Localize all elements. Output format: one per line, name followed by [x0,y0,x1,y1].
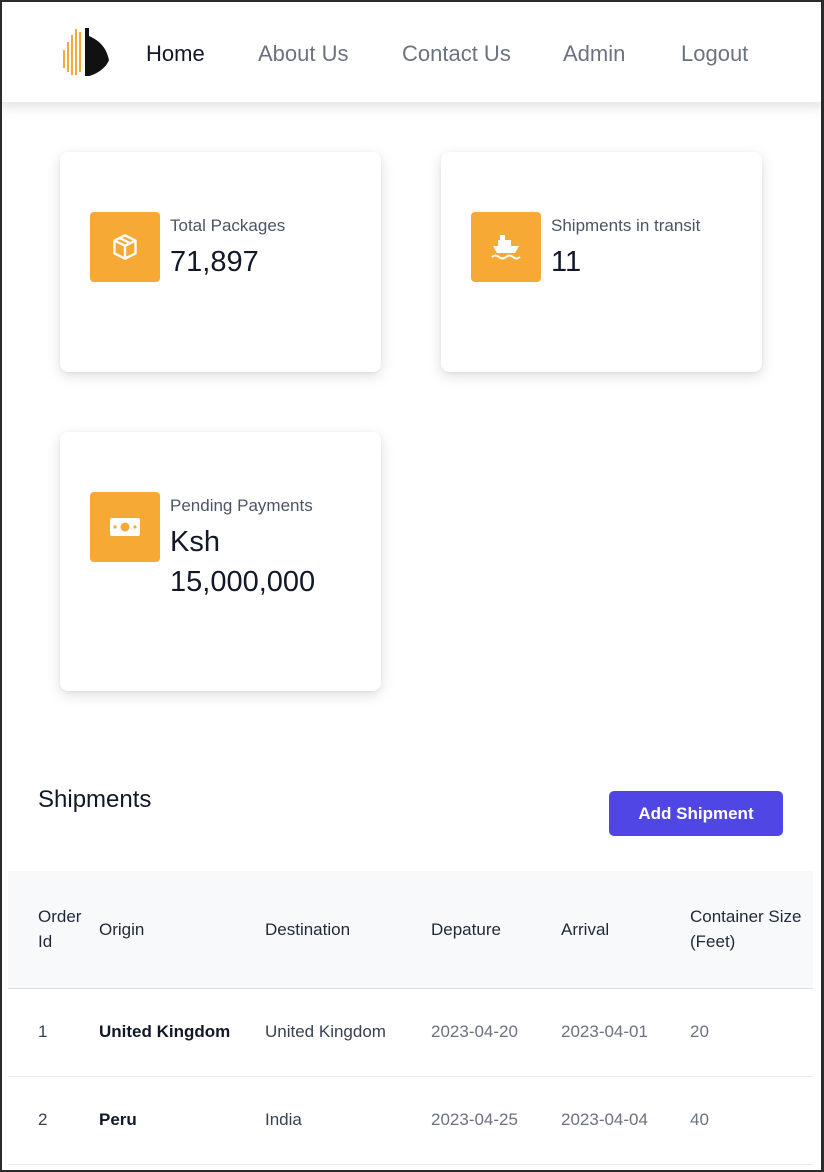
cell-order-id: 1 [38,1022,48,1041]
shipments-title: Shipments [38,786,152,813]
stat-value: Ksh 15,000,000 [170,526,316,598]
cell-container-size: 20 [690,1022,709,1041]
column-header-departure: Depature [431,919,501,939]
package-icon [90,212,160,282]
cell-departure: 2023-04-25 [431,1110,518,1129]
cell-destination: United Kingdom [265,1022,386,1041]
table-row[interactable]: 2 Peru India 2023-04-25 2023-04-04 40 [8,1076,813,1164]
stat-card-total-packages: Total Packages 71,897 [60,152,381,372]
nav-home[interactable]: Home [146,40,205,68]
nav-contact-us[interactable]: Contact Us [402,40,511,68]
column-header-destination: Destination [265,919,351,939]
column-header-container-size: Container Size (Feet) [690,907,802,952]
cell-departure: 2023-04-20 [431,1022,518,1041]
cell-arrival: 2023-04-04 [561,1110,648,1129]
column-header-order-id: Order Id [38,907,82,952]
shipments-table: Order Id Origin Destination Depature Arr… [8,871,813,1165]
stat-value: 71,897 [170,246,259,278]
nav-about-us[interactable]: About Us [258,40,349,68]
cell-container-size: 40 [690,1110,709,1129]
navbar: Home About Us Contact Us Admin Logout [0,0,824,102]
cell-origin: Peru [99,1110,137,1129]
stat-label: Shipments in transit [551,216,701,235]
cell-order-id: 2 [38,1110,48,1129]
table-row[interactable]: 1 United Kingdom United Kingdom 2023-04-… [8,988,813,1076]
add-shipment-button[interactable]: Add Shipment [609,791,783,836]
stat-value: 11 [551,246,582,278]
stat-label: Pending Payments [170,496,313,515]
column-header-arrival: Arrival [561,919,610,939]
ship-icon [471,212,541,282]
logo-icon[interactable] [62,26,112,78]
column-header-origin: Origin [99,919,145,939]
cell-destination: India [265,1110,302,1129]
nav-admin[interactable]: Admin [563,40,625,68]
money-icon [90,492,160,562]
table-header-row: Order Id Origin Destination Depature Arr… [8,871,813,988]
stat-card-shipments-in-transit: Shipments in transit 11 [441,152,762,372]
cell-origin: United Kingdom [99,1022,231,1041]
stat-card-pending-payments: Pending Payments Ksh 15,000,000 [60,432,381,691]
cell-arrival: 2023-04-01 [561,1022,648,1041]
nav-logout[interactable]: Logout [681,40,748,68]
stat-label: Total Packages [170,216,286,235]
